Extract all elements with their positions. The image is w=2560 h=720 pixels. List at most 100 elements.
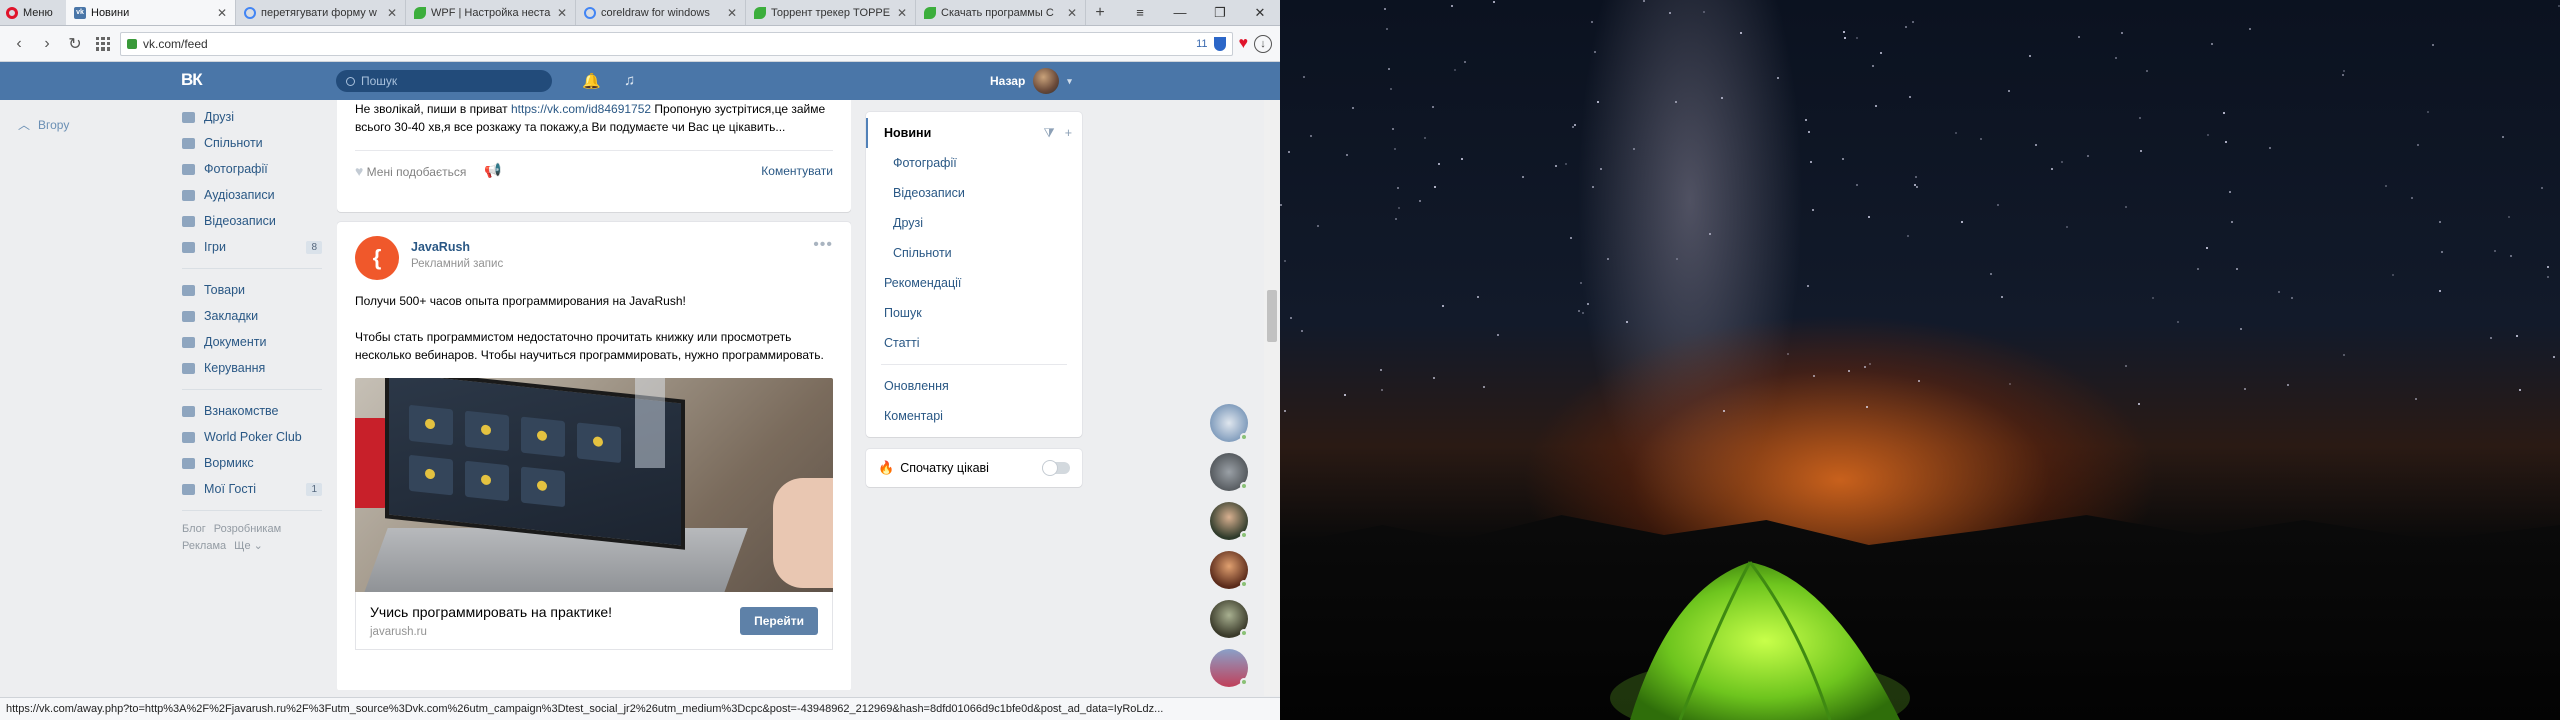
footer-links: Блог Розробникам Реклама Ще ⌄ <box>182 521 322 555</box>
groups-icon <box>182 137 195 149</box>
ad-title[interactable]: Учись программировать на практике! <box>370 604 612 620</box>
friend-avatar[interactable] <box>1210 551 1248 589</box>
filter-icon[interactable]: ⧩ <box>1044 126 1055 141</box>
vk-search-input[interactable]: Пошук <box>336 70 552 92</box>
left-menu-item[interactable]: Фотографії <box>182 156 322 182</box>
download-icon[interactable]: ↓ <box>1254 34 1272 53</box>
close-tab-icon[interactable]: ✕ <box>1067 6 1077 20</box>
close-tab-icon[interactable]: ✕ <box>897 6 907 20</box>
left-menu-item[interactable]: Керування <box>182 355 322 381</box>
star <box>2240 328 2242 330</box>
shield-icon[interactable] <box>1213 36 1226 51</box>
filter-news[interactable]: Новини ⧩ + <box>866 118 1082 148</box>
blocked-count-badge[interactable]: 11 <box>1196 38 1207 50</box>
close-tab-icon[interactable]: ✕ <box>557 6 567 20</box>
forward-icon[interactable]: › <box>36 33 58 55</box>
left-menu-item[interactable]: Товари <box>182 277 322 303</box>
filter-item[interactable]: Статті <box>866 328 1082 358</box>
filter-item[interactable]: Оновлення <box>866 371 1082 401</box>
music-note-icon[interactable]: ♫ <box>624 72 635 89</box>
left-menu-item[interactable]: Аудіозаписи <box>182 182 322 208</box>
javarush-logo-icon[interactable]: { <box>355 236 399 280</box>
interesting-toggle[interactable] <box>1042 460 1070 476</box>
reload-icon[interactable]: ↻ <box>64 33 86 55</box>
post-subtitle: Рекламний запис <box>411 258 504 270</box>
scroll-thumb[interactable] <box>1267 290 1277 342</box>
browser-tab[interactable]: coreldraw for windows ✕ <box>576 0 746 25</box>
minimize-icon[interactable]: — <box>1160 0 1200 25</box>
footer-link[interactable]: Ще ⌄ <box>234 540 263 552</box>
post-link[interactable]: https://vk.com/id84691752 <box>511 102 651 116</box>
friend-avatar[interactable] <box>1210 453 1248 491</box>
left-menu-item[interactable]: Мої Гості 1 <box>182 476 322 502</box>
star <box>1572 126 1574 128</box>
left-menu-item[interactable]: Відеозаписи <box>182 208 322 234</box>
interesting-first-toggle-row[interactable]: 🔥 Спочатку цікаві <box>866 449 1082 487</box>
more-options-icon[interactable]: ••• <box>813 236 833 254</box>
left-menu-item[interactable]: Взнакомстве <box>182 398 322 424</box>
user-menu[interactable]: Назар ▾ <box>990 68 1072 94</box>
left-menu-item[interactable]: Документи <box>182 329 322 355</box>
browser-tab[interactable]: WPF | Настройка неста ✕ <box>406 0 576 25</box>
filter-item[interactable]: Друзі <box>866 208 1082 238</box>
filter-item[interactable]: Пошук <box>866 298 1082 328</box>
filter-item[interactable]: Коментарі <box>866 401 1082 431</box>
comment-button[interactable]: Коментувати <box>761 164 833 178</box>
star <box>1600 168 1602 170</box>
bell-icon[interactable]: 🔔 <box>582 72 601 90</box>
opera-menu-button[interactable]: Меню <box>0 0 66 25</box>
left-menu-item[interactable]: Ігри 8 <box>182 234 322 260</box>
plus-icon[interactable]: + <box>1065 126 1072 141</box>
friend-avatar[interactable] <box>1210 649 1248 687</box>
close-window-icon[interactable]: ✕ <box>1240 0 1280 25</box>
friend-avatar[interactable] <box>1210 600 1248 638</box>
filter-item[interactable]: Рекомендації <box>866 268 1082 298</box>
star <box>2490 337 2492 339</box>
close-tab-icon[interactable]: ✕ <box>387 6 397 20</box>
post-author[interactable]: JavaRush <box>411 240 503 254</box>
megaphone-icon[interactable]: 📢 <box>484 162 501 179</box>
friend-avatar[interactable] <box>1210 404 1248 442</box>
url-field[interactable]: vk.com/feed 11 <box>120 31 1233 56</box>
filter-menu: Новини ⧩ + Фотографії Відеозаписи Друзі Спіл… <box>866 112 1082 437</box>
filter-item[interactable]: Фотографії <box>866 148 1082 178</box>
left-menu-item[interactable]: Вормикс <box>182 450 322 476</box>
star <box>1807 285 1809 287</box>
page-scrollbar[interactable] <box>1264 100 1280 696</box>
left-menu-item[interactable]: Друзі <box>182 104 322 130</box>
footer-link[interactable]: Розробникам <box>214 523 281 535</box>
star <box>1607 258 1609 260</box>
scroll-up-link[interactable]: ︿ Вгору <box>18 116 69 133</box>
go-button[interactable]: Перейти <box>740 606 818 635</box>
star <box>2146 70 2148 72</box>
left-menu-item[interactable]: Спільноти <box>182 130 322 156</box>
vk-logo-icon[interactable]: ВК <box>181 70 213 92</box>
like-button[interactable]: ♥ Мені подобається <box>355 163 466 179</box>
close-tab-icon[interactable]: ✕ <box>217 6 227 20</box>
chevron-up-icon: ︿ <box>18 118 31 132</box>
browser-tab[interactable]: Скачать программы С ✕ <box>916 0 1086 25</box>
filter-item[interactable]: Відеозаписи <box>866 178 1082 208</box>
ad-image-laptop[interactable] <box>355 378 833 592</box>
close-tab-icon[interactable]: ✕ <box>727 6 737 20</box>
star <box>1868 216 1870 218</box>
star <box>2385 185 2387 187</box>
star <box>2009 383 2011 385</box>
back-icon[interactable]: ‹ <box>8 33 30 55</box>
footer-link[interactable]: Блог <box>182 523 206 535</box>
heart-icon[interactable]: ♥ <box>1239 35 1249 53</box>
star <box>2001 296 2003 298</box>
left-menu-item[interactable]: Закладки <box>182 303 322 329</box>
left-menu-item[interactable]: World Poker Club <box>182 424 322 450</box>
browser-tab[interactable]: Торрент трекер TOPPE ✕ <box>746 0 916 25</box>
restore-icon[interactable]: ❐ <box>1200 0 1240 25</box>
speed-dial-icon[interactable] <box>92 33 114 55</box>
friend-avatar[interactable] <box>1210 502 1248 540</box>
new-tab-button[interactable]: + <box>1086 0 1114 25</box>
app-icon <box>182 431 195 443</box>
filter-item[interactable]: Спільноти <box>866 238 1082 268</box>
footer-link[interactable]: Реклама <box>182 540 226 552</box>
browser-tab[interactable]: перетягувати форму w ✕ <box>236 0 406 25</box>
tab-menu-icon[interactable]: ≡ <box>1120 0 1160 25</box>
browser-tab[interactable]: vk Новини ✕ <box>66 0 236 25</box>
